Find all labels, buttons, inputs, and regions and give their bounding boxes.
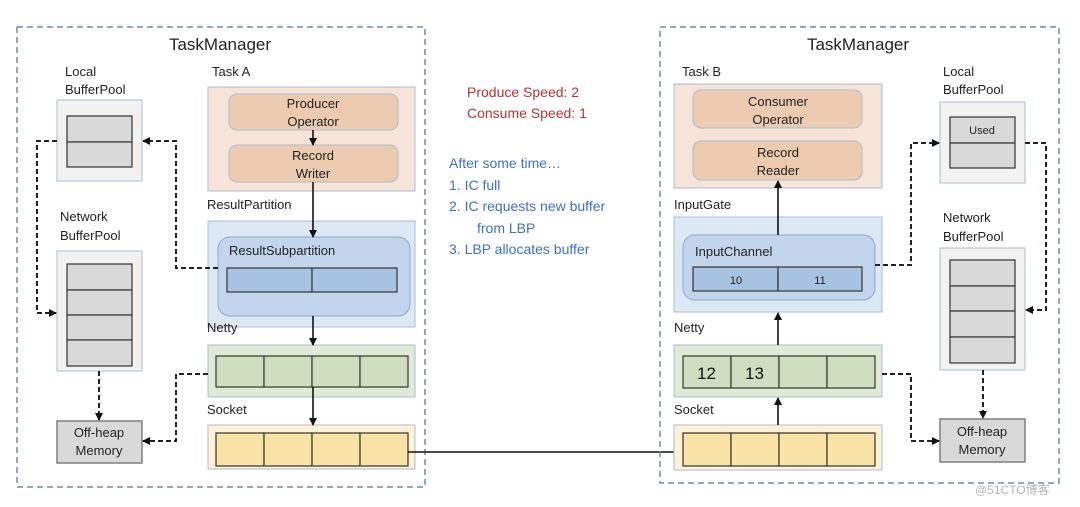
result-subpartition: ResultSubpartition (217, 236, 411, 317)
right-network-bufferpool (939, 247, 1026, 371)
network-stack-diagram: TaskManager Local BufferPool Task A Prod… (16, 26, 1060, 497)
channel-buffer-11: 11 (814, 275, 825, 287)
left-offheap-memory: Off-heap Memory (56, 420, 143, 464)
left-local-pool-label: Local (65, 64, 96, 79)
left-offheap-l1: Off-heap (74, 425, 124, 440)
arrow-netty-to-offheap (142, 373, 208, 445)
right-taskmanager: TaskManager Task B Consumer Operator Rec… (659, 26, 1060, 484)
left-network-bufferpool (56, 250, 143, 372)
watermark: @51CTO博客 (975, 482, 1050, 497)
right-local-pool-label: Local (943, 64, 974, 79)
left-network-pool-label: Network (60, 209, 108, 224)
arrow-local-to-network-pool (36, 140, 57, 317)
right-offheap-memory: Off-heap Memory (939, 418, 1026, 463)
right-socket-label: Socket (674, 402, 714, 417)
arrow-local-to-network-pool-right (1025, 142, 1047, 314)
left-offheap-l2: Memory (76, 443, 123, 458)
left-network-pool-label-2: BufferPool (60, 228, 121, 243)
consumer-operator: Consumer Operator (692, 89, 863, 129)
result-subpartition-label: ResultSubpartition (229, 243, 335, 258)
arrow-channel-to-local-pool (875, 139, 940, 266)
consumer-operator-l1: Consumer (748, 94, 809, 109)
left-local-pool-label-2: BufferPool (65, 82, 126, 97)
task-b-label: Task B (682, 64, 721, 79)
left-taskmanager-title: TaskManager (169, 35, 271, 54)
produce-speed: Produce Speed: 2 (467, 84, 579, 100)
step-2: 2. IC requests new buffer (449, 198, 605, 214)
step-3: 3. LBP allocates buffer (449, 241, 590, 257)
right-local-pool-label-2: BufferPool (943, 82, 1004, 97)
record-reader: Record Reader (692, 140, 863, 181)
input-channel-label: InputChannel (695, 244, 772, 259)
left-socket-buffer (207, 424, 416, 470)
right-offheap-l1: Off-heap (957, 424, 1007, 439)
producer-operator-l2: Operator (287, 114, 339, 129)
channel-buffer-10: 10 (730, 275, 742, 287)
after-some-time: After some time… (449, 155, 561, 171)
right-offheap-l2: Memory (959, 442, 1006, 457)
left-netty-buffer (207, 344, 416, 398)
right-netty-buffer: 12 13 (673, 344, 883, 398)
left-socket-label: Socket (207, 402, 247, 417)
result-partition-label: ResultPartition (207, 197, 292, 212)
producer-operator-l1: Producer (287, 96, 340, 111)
consume-speed: Consume Speed: 1 (467, 105, 587, 121)
input-gate-label: InputGate (674, 197, 731, 212)
left-local-bufferpool (56, 99, 143, 182)
right-socket-buffer (673, 424, 883, 471)
right-taskmanager-title: TaskManager (807, 35, 909, 54)
step-2-cont: from LBP (477, 220, 535, 236)
record-writer-l1: Record (292, 148, 334, 163)
record-writer-l2: Writer (296, 166, 331, 181)
right-netty-label: Netty (674, 320, 705, 335)
left-netty-label: Netty (207, 320, 238, 335)
task-a-label: Task A (212, 64, 251, 79)
record-reader-l2: Reader (757, 163, 800, 178)
consumer-operator-l2: Operator (752, 112, 804, 127)
record-reader-l1: Record (757, 145, 799, 160)
producer-operator: Producer Operator (228, 93, 399, 131)
netty-buffer-12: 12 (697, 364, 716, 383)
record-writer: Record Writer (228, 144, 399, 183)
right-network-pool-label: Network (943, 210, 991, 225)
used-buffer-label: Used (969, 125, 995, 137)
notes: Produce Speed: 2 Consume Speed: 1 After … (449, 84, 605, 257)
input-channel: InputChannel 10 11 (682, 234, 876, 301)
arrow-netty-to-offheap-right (882, 373, 940, 445)
step-1: 1. IC full (449, 177, 500, 193)
netty-buffer-13: 13 (745, 364, 764, 383)
right-network-pool-label-2: BufferPool (943, 229, 1004, 244)
left-taskmanager: TaskManager Local BufferPool Task A Prod… (16, 26, 426, 488)
right-local-bufferpool: Used (939, 101, 1026, 184)
